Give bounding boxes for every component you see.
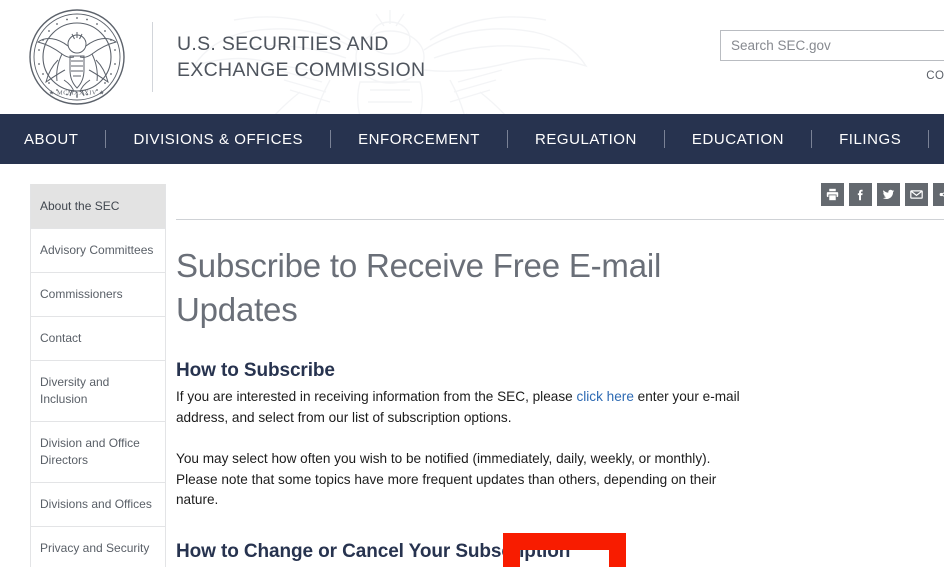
search-input[interactable]: [720, 30, 944, 61]
nav-separator: [663, 130, 665, 148]
more-share-icon: [938, 188, 944, 201]
more-share-button[interactable]: [933, 183, 944, 206]
content-divider: [176, 219, 944, 220]
header-divider: [152, 22, 153, 92]
facebook-icon: [854, 188, 867, 201]
email-button[interactable]: [905, 183, 928, 206]
sidebar-item-contact[interactable]: Contact: [31, 316, 165, 360]
section-heading-how-to-subscribe: How to Subscribe: [176, 360, 335, 381]
sidebar-item-advisory-committees[interactable]: Advisory Committees: [31, 228, 165, 272]
nav-item-divisions-offices[interactable]: DIVISIONS & OFFICES: [132, 131, 304, 148]
print-icon: [826, 188, 839, 201]
nav-item-regulation[interactable]: REGULATION: [534, 131, 638, 148]
how-to-subscribe-paragraph-2: You may select how often you wish to be …: [176, 451, 717, 507]
sidebar-item-about-the-sec[interactable]: About the SEC: [31, 184, 165, 228]
agency-name-line2: EXCHANGE COMMISSION: [177, 59, 426, 81]
main-content: Subscribe to Receive Free E-mail Updates…: [166, 164, 944, 567]
main-navigation: ABOUT DIVISIONS & OFFICES ENFORCEMENT RE…: [0, 114, 944, 164]
nav-item-filings[interactable]: FILINGS: [838, 131, 902, 148]
print-button[interactable]: [821, 183, 844, 206]
share-toolbar: [176, 164, 944, 206]
nav-separator: [506, 130, 508, 148]
nav-item-enforcement[interactable]: ENFORCEMENT: [357, 131, 481, 148]
header-search-area: COMPANY FILINGS: [720, 30, 944, 82]
sidebar-item-privacy-and-security[interactable]: Privacy and Security: [31, 526, 165, 567]
page-body: About the SEC Advisory Committees Commis…: [0, 164, 944, 567]
subscribe-text-before-link: If you are interested in receiving infor…: [176, 389, 577, 404]
section-heading-how-to-change-or-cancel: How to Change or Cancel Your Subscriptio…: [176, 540, 571, 562]
svg-text:★ MCMXXXIV ★: ★ MCMXXXIV ★: [49, 90, 105, 97]
twitter-button[interactable]: [877, 183, 900, 206]
company-filings-link[interactable]: COMPANY FILINGS: [720, 70, 944, 82]
nav-item-about[interactable]: ABOUT: [23, 131, 79, 148]
page-title: Subscribe to Receive Free E-mail Updates: [176, 247, 662, 328]
nav-item-education[interactable]: EDUCATION: [691, 131, 785, 148]
nav-separator: [105, 130, 107, 148]
sidebar: About the SEC Advisory Committees Commis…: [0, 164, 166, 567]
sidebar-list: About the SEC Advisory Committees Commis…: [30, 184, 166, 567]
nav-separator: [928, 130, 930, 148]
sidebar-item-diversity-and-inclusion[interactable]: Diversity and Inclusion: [31, 360, 165, 421]
nav-separator: [330, 130, 332, 148]
sidebar-item-commissioners[interactable]: Commissioners: [31, 272, 165, 316]
site-header: ★ MCMXXXIV ★ U.S. SECURITIES AND EXCHANG…: [0, 0, 944, 114]
how-to-subscribe-paragraph-1: If you are interested in receiving infor…: [176, 387, 754, 428]
twitter-icon: [882, 188, 895, 201]
sidebar-item-divisions-and-offices[interactable]: Divisions and Offices: [31, 482, 165, 526]
sec-eagle-seal-icon: ★ MCMXXXIV ★: [28, 8, 126, 106]
facebook-button[interactable]: [849, 183, 872, 206]
email-icon: [910, 188, 923, 201]
sidebar-item-division-and-office-directors[interactable]: Division and Office Directors: [31, 421, 165, 482]
agency-name-line1: U.S. SECURITIES AND: [177, 33, 389, 55]
agency-name: U.S. SECURITIES AND EXCHANGE COMMISSION: [177, 31, 425, 83]
click-here-link[interactable]: click here: [576, 389, 633, 404]
nav-separator: [811, 130, 813, 148]
